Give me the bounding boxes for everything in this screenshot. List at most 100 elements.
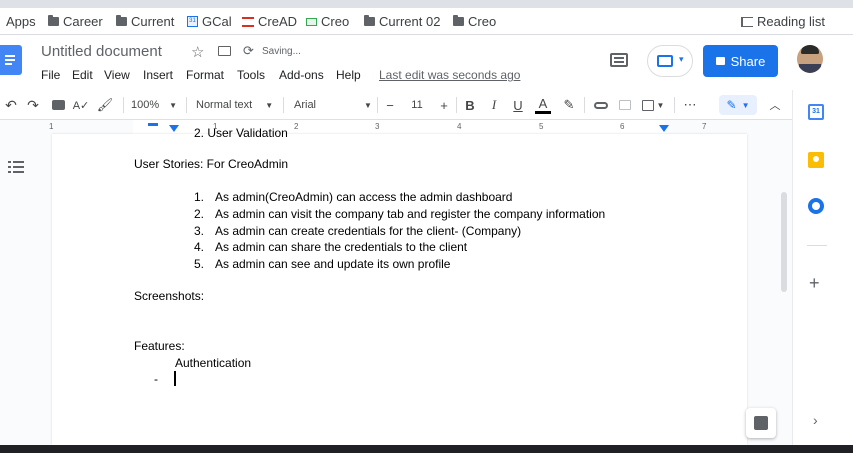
font-size-input[interactable]: 11	[404, 96, 430, 114]
list-item-number: 2.	[194, 207, 205, 221]
bookmark-gcal[interactable]: 31 GCal	[187, 13, 232, 30]
present-button[interactable]: ▾	[647, 45, 693, 77]
right-indent-marker[interactable]	[659, 125, 669, 132]
panel-divider	[807, 245, 827, 246]
last-edit-link[interactable]: Last edit was seconds ago	[379, 68, 520, 82]
menu-format[interactable]: Format	[186, 68, 224, 82]
more-options-icon[interactable]: ⋯	[682, 96, 698, 114]
ruler-number: 4	[457, 122, 462, 131]
increase-font-size-button[interactable]: +	[437, 96, 451, 114]
collapse-menus-icon[interactable]: ︿	[768, 96, 782, 114]
undo-icon[interactable]: ↶	[4, 96, 18, 114]
lock-icon	[715, 57, 725, 65]
underline-button[interactable]: U	[511, 96, 525, 114]
left-indent-marker[interactable]	[169, 125, 179, 132]
formatting-toolbar: ↶ ↷ A✓ 🖌 100% ▼ Normal text ▼ Arial ▼ − …	[0, 90, 792, 120]
keep-icon[interactable]	[808, 152, 824, 168]
avatar[interactable]	[797, 45, 823, 73]
docs-logo-icon[interactable]	[0, 45, 22, 75]
taskbar-strip	[0, 445, 853, 453]
chevron-right-icon[interactable]: ›	[813, 412, 818, 428]
highlight-color-icon[interactable]: ✎	[561, 96, 577, 114]
insert-link-icon[interactable]	[593, 96, 609, 114]
ruler-number: 1	[49, 122, 54, 131]
ruler-number: 5	[539, 122, 544, 131]
add-comment-icon[interactable]	[617, 96, 633, 114]
bookmark-label: Current	[131, 14, 175, 29]
bookmark-current[interactable]: Current	[116, 13, 174, 30]
list-item-number: 4.	[194, 240, 205, 254]
list-item: As admin can share the credentials to th…	[215, 240, 468, 254]
list-item: As admin can visit the company tab and r…	[215, 207, 606, 221]
menu-insert[interactable]: Insert	[143, 68, 173, 82]
move-folder-icon[interactable]	[218, 46, 231, 56]
zoom-select[interactable]: 100% ▼	[131, 96, 181, 114]
reading-list-label: Reading list	[757, 14, 825, 29]
font-family-select[interactable]: Arial ▼	[294, 96, 372, 114]
chevron-down-icon: ▼	[265, 100, 274, 110]
bookmark-current-02[interactable]: Current 02	[364, 13, 440, 30]
document-outline-icon[interactable]	[8, 159, 24, 175]
share-button[interactable]: Share	[703, 45, 778, 77]
bookmark-label: CreAD	[258, 14, 298, 29]
menu-file[interactable]: File	[41, 68, 60, 82]
bullet-dash: -	[154, 372, 158, 386]
insert-image-icon[interactable]: ▼	[641, 96, 665, 114]
menu-tools[interactable]: Tools	[237, 68, 265, 82]
present-icon	[657, 55, 673, 67]
explore-icon	[754, 416, 768, 430]
chevron-down-icon: ▼	[169, 100, 178, 110]
editing-mode-button[interactable]: ✎ ▼	[719, 95, 757, 115]
authentication-text: Authentication	[175, 356, 252, 370]
partial-list-line: 2. User Validation	[194, 126, 288, 140]
list-item-number: 5.	[194, 257, 205, 271]
menu-help[interactable]: Help	[336, 68, 361, 82]
bookmark-label: Career	[63, 14, 103, 29]
ruler-number: 2	[294, 122, 299, 131]
screenshots-heading: Screenshots:	[134, 289, 205, 303]
first-line-indent-marker[interactable]	[148, 123, 158, 126]
bookmark-label: Creo	[468, 14, 497, 29]
document-title[interactable]: Untitled document	[41, 43, 162, 60]
comment-history-icon[interactable]	[610, 53, 628, 67]
bold-button[interactable]: B	[463, 96, 477, 114]
docs-header: Untitled document ☆ ⟳ Saving... File Edi…	[0, 35, 853, 90]
star-icon[interactable]: ☆	[191, 43, 204, 61]
bookmark-creo[interactable]: Creo	[306, 13, 349, 30]
folder-icon	[116, 15, 127, 26]
list-item: As admin(CreoAdmin) can access the admin…	[215, 190, 513, 204]
ruler-number: 3	[375, 122, 380, 131]
menu-edit[interactable]: Edit	[72, 68, 93, 82]
decrease-font-size-button[interactable]: −	[383, 96, 397, 114]
italic-button[interactable]: I	[487, 96, 501, 114]
print-icon[interactable]	[51, 96, 66, 114]
vertical-scrollbar[interactable]	[781, 192, 787, 292]
explore-button[interactable]	[746, 408, 776, 438]
font-family-value: Arial	[294, 99, 317, 111]
bookmarks-bar: Apps Career Current 31 GCal CreAD Creo C…	[0, 8, 853, 35]
chevron-down-icon: ▼	[364, 100, 372, 110]
menu-add-ons[interactable]: Add-ons	[279, 68, 324, 82]
bookmark-label: Current 02	[379, 14, 441, 29]
add-on-plus-icon[interactable]: +	[809, 273, 820, 294]
bookmark-career[interactable]: Career	[48, 13, 103, 30]
bookmark-creo-folder[interactable]: Creo	[453, 13, 496, 30]
menu-view[interactable]: View	[104, 68, 130, 82]
text-color-button[interactable]: A	[535, 96, 551, 114]
document-page[interactable]: 2. User Validation User Stories: For Cre…	[52, 126, 776, 445]
user-stories-heading: User Stories: For CreoAdmin	[134, 157, 289, 171]
list-item-number: 1.	[194, 190, 205, 204]
sync-icon: ⟳	[243, 43, 254, 58]
calendar-icon[interactable]: 31	[808, 104, 824, 120]
spellcheck-icon[interactable]: A✓	[73, 96, 90, 114]
bookmark-cread[interactable]: CreAD	[242, 13, 297, 30]
folder-icon	[453, 15, 464, 26]
tasks-icon[interactable]	[808, 198, 824, 214]
reading-list-button[interactable]: Reading list	[741, 13, 825, 30]
mail-icon	[306, 17, 317, 26]
bookmark-apps[interactable]: Apps	[6, 13, 36, 30]
paragraph-style-select[interactable]: Normal text ▼	[196, 96, 276, 114]
paint-format-icon[interactable]: 🖌	[97, 96, 114, 114]
zoom-value: 100%	[131, 99, 160, 111]
redo-icon[interactable]: ↷	[26, 96, 40, 114]
